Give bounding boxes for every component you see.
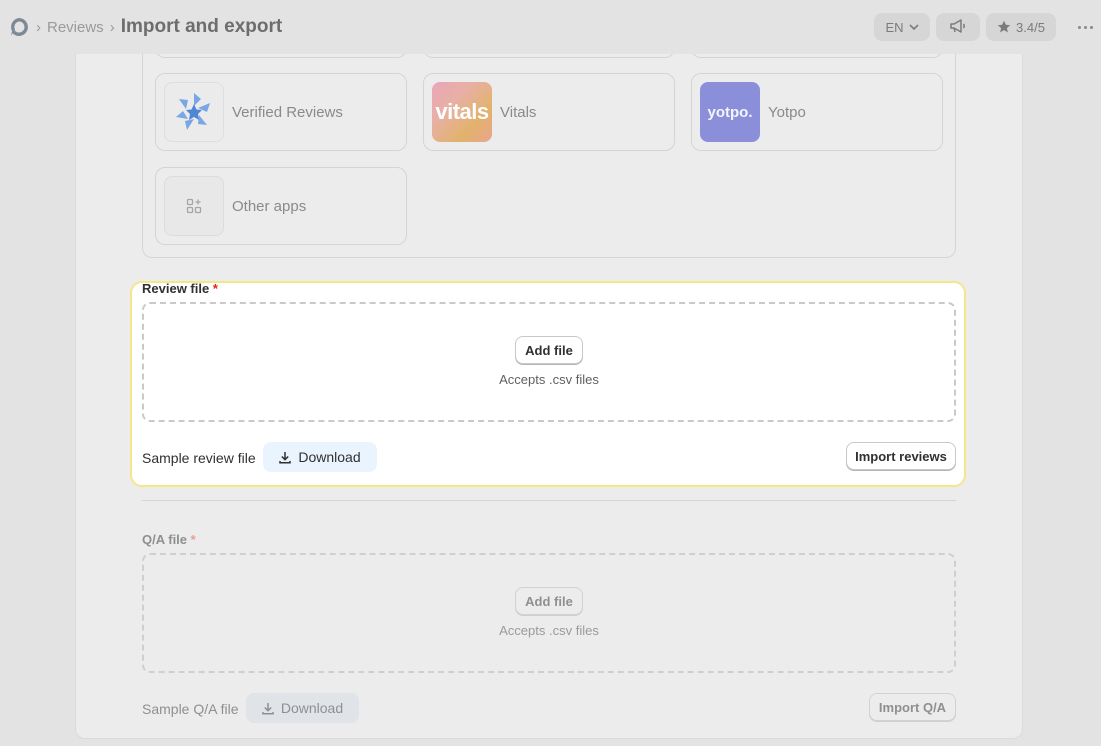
app-tile-label: Vitals <box>500 103 537 121</box>
review-add-file-button[interactable]: Add file <box>515 336 583 364</box>
download-icon <box>279 451 292 464</box>
chevron-down-icon <box>908 24 919 30</box>
language-selector[interactable]: EN <box>874 13 930 41</box>
app-tile-label: Other apps <box>232 197 307 215</box>
breadcrumb-separator: › <box>36 18 41 36</box>
qa-add-file-button[interactable]: Add file <box>515 587 583 615</box>
top-actions: EN 3.4/5 <box>874 0 1101 54</box>
app-logo-icon[interactable] <box>8 16 30 38</box>
download-sample-qa-button[interactable]: Download <box>246 693 359 723</box>
import-reviews-button[interactable]: Import reviews <box>846 442 956 470</box>
yotpo-logo: yotpo. <box>700 82 760 142</box>
download-label: Download <box>280 700 344 716</box>
more-options-icon[interactable] <box>1070 25 1100 29</box>
rating-button[interactable]: 3.4/5 <box>986 13 1056 41</box>
megaphone-icon <box>949 18 967 37</box>
required-mark: * <box>190 532 196 547</box>
sample-qa-label: Sample Q/A file <box>142 701 239 717</box>
vitals-logo: vitals <box>432 82 492 142</box>
apps-plus-icon <box>164 176 224 236</box>
top-bar: › Reviews › Import and export EN 3.4/5 <box>0 0 1101 54</box>
rating-value: 3.4/5 <box>1016 19 1045 35</box>
app-tile-yotpo[interactable]: yotpo. Yotpo <box>691 73 943 151</box>
app-tile-label: Verified Reviews <box>232 103 343 121</box>
download-sample-review-button[interactable]: Download <box>263 442 377 472</box>
review-file-label: Review file * <box>142 281 218 296</box>
app-tile-label: Yotpo <box>768 103 806 121</box>
download-icon <box>262 702 274 715</box>
app-tile-other-apps[interactable]: Other apps <box>155 167 407 245</box>
qa-file-label-text: Q/A file <box>142 532 188 547</box>
review-file-label-text: Review file <box>142 281 210 296</box>
announcements-button[interactable] <box>936 13 980 41</box>
import-qa-button[interactable]: Import Q/A <box>869 693 956 721</box>
page-title: Import and export <box>120 16 283 37</box>
download-label: Download <box>298 449 361 465</box>
star-icon <box>997 20 1011 34</box>
review-accepts-hint: Accepts .csv files <box>499 372 599 387</box>
qa-accepts-hint: Accepts .csv files <box>499 623 599 638</box>
language-label: EN <box>885 19 904 35</box>
verified-reviews-logo-icon <box>164 82 224 142</box>
app-tile-vitals[interactable]: vitals Vitals <box>423 73 675 151</box>
breadcrumb-reviews[interactable]: Reviews <box>47 19 104 36</box>
section-divider <box>142 500 956 501</box>
breadcrumb-separator: › <box>109 18 115 36</box>
sample-review-label: Sample review file <box>142 450 256 466</box>
qa-file-label: Q/A file * <box>142 532 196 547</box>
app-tile-verified-reviews[interactable]: Verified Reviews <box>155 73 407 151</box>
required-mark: * <box>212 281 218 296</box>
